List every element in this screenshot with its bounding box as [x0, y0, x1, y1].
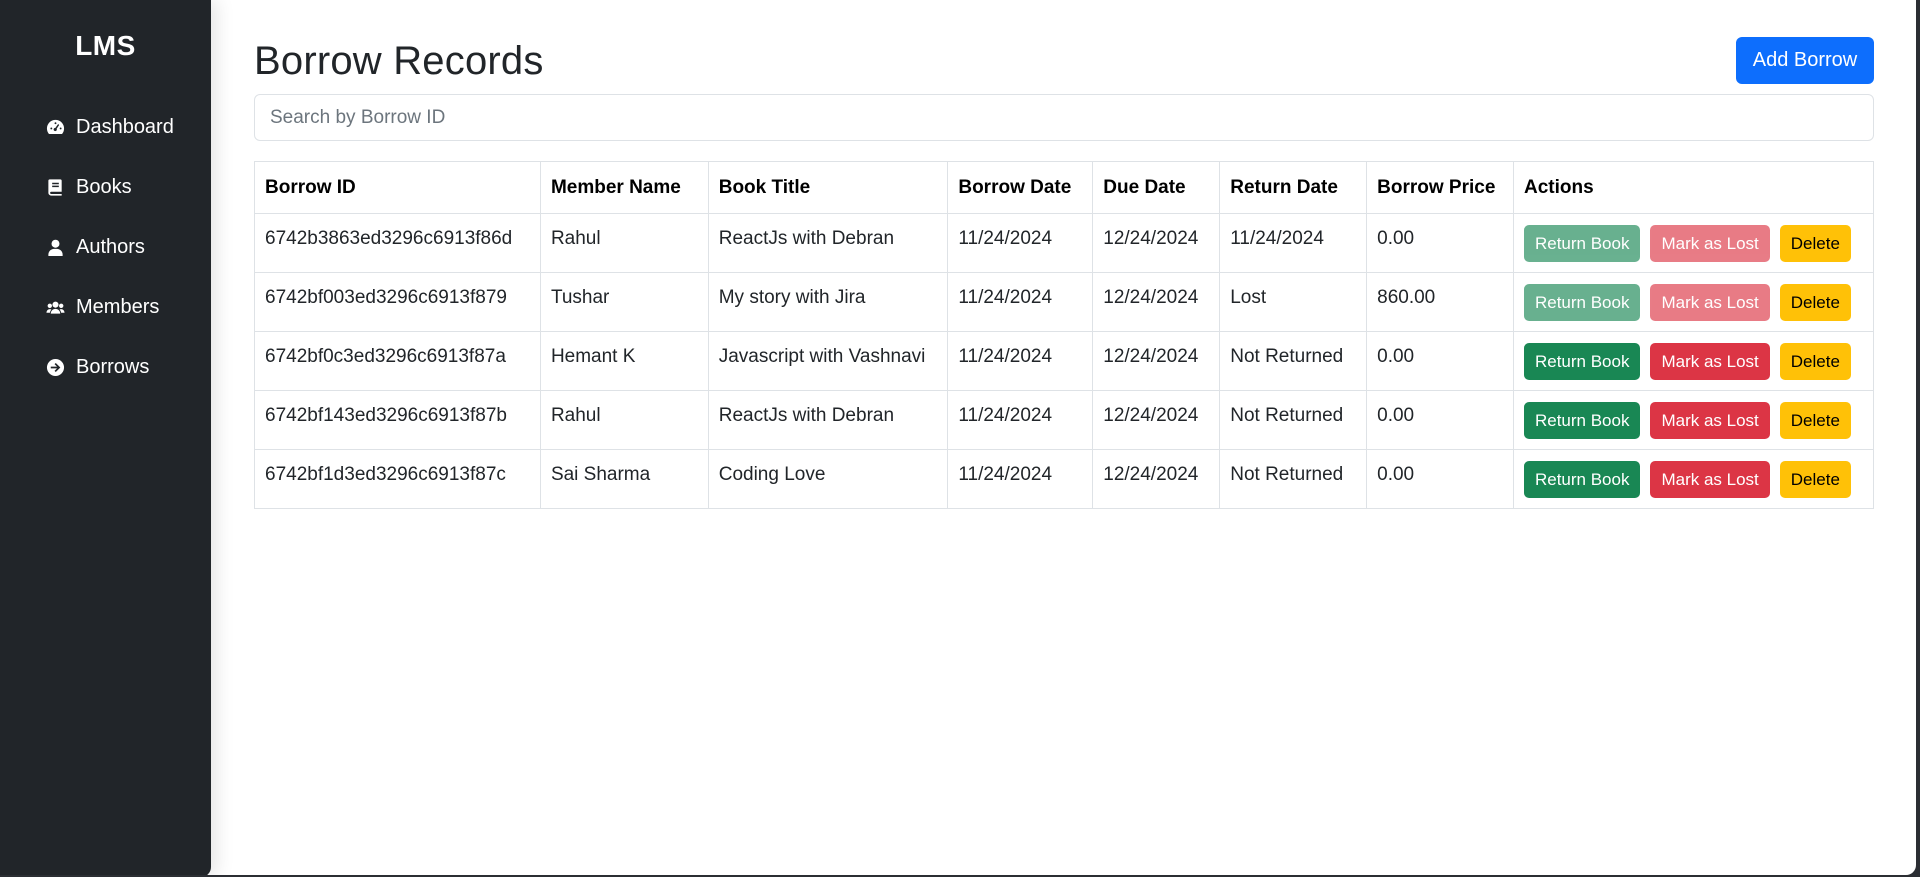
cell-borrow-price: 860.00	[1366, 272, 1514, 332]
cell-due-date: 12/24/2024	[1092, 213, 1221, 273]
column-header-borrow-id: Borrow ID	[254, 161, 541, 214]
sidebar-item-dashboard[interactable]: Dashboard	[44, 112, 174, 142]
cell-borrow-date: 11/24/2024	[947, 272, 1094, 332]
search-input[interactable]	[254, 94, 1874, 141]
mark-as-lost-button[interactable]: Mark as Lost	[1650, 343, 1770, 380]
table-row: 6742bf1d3ed3296c6913f87c Sai Sharma Codi…	[254, 449, 1875, 509]
mark-as-lost-button: Mark as Lost	[1650, 225, 1770, 262]
cell-member-name: Sai Sharma	[539, 449, 709, 509]
brand-logo: LMS	[75, 30, 136, 61]
book-icon	[44, 176, 66, 198]
cell-actions: Return Book Mark as Lost Delete	[1512, 449, 1875, 509]
cell-borrow-date: 11/24/2024	[947, 213, 1094, 273]
cell-actions: Return Book Mark as Lost Delete	[1512, 272, 1875, 332]
cell-due-date: 12/24/2024	[1092, 390, 1221, 450]
cell-member-name: Rahul	[539, 213, 709, 273]
cell-borrow-price: 0.00	[1366, 331, 1514, 391]
sidebar-item-label: Books	[76, 175, 132, 198]
cell-book-title: ReactJs with Debran	[707, 390, 949, 450]
cell-borrow-price: 0.00	[1366, 390, 1514, 450]
cell-borrow-price: 0.00	[1366, 449, 1514, 509]
column-header-actions: Actions	[1512, 161, 1875, 214]
return-book-button[interactable]: Return Book	[1523, 343, 1641, 380]
cell-return-date: Not Returned	[1219, 390, 1368, 450]
cell-borrow-id: 6742bf1d3ed3296c6913f87c	[254, 449, 541, 509]
table-header-row: Borrow ID Member Name Book Title Borrow …	[254, 161, 1875, 214]
delete-button[interactable]: Delete	[1779, 402, 1851, 439]
mark-as-lost-button[interactable]: Mark as Lost	[1650, 402, 1770, 439]
cell-borrow-id: 6742bf143ed3296c6913f87b	[254, 390, 541, 450]
cell-book-title: ReactJs with Debran	[707, 213, 949, 273]
page-title: Borrow Records	[254, 39, 544, 83]
cell-return-date: Not Returned	[1219, 331, 1368, 391]
table-row: 6742bf143ed3296c6913f87b Rahul ReactJs w…	[254, 390, 1875, 450]
cell-member-name: Tushar	[539, 272, 709, 332]
return-book-button[interactable]: Return Book	[1523, 402, 1641, 439]
dashboard-icon	[44, 116, 66, 138]
table-row: 6742bf003ed3296c6913f879 Tushar My story…	[254, 272, 1875, 332]
mark-as-lost-button[interactable]: Mark as Lost	[1650, 461, 1770, 498]
cell-actions: Return Book Mark as Lost Delete	[1512, 213, 1875, 273]
column-header-borrow-date: Borrow Date	[947, 161, 1094, 214]
delete-button[interactable]: Delete	[1779, 225, 1851, 262]
return-book-button: Return Book	[1523, 284, 1641, 321]
cell-actions: Return Book Mark as Lost Delete	[1512, 390, 1875, 450]
column-header-book-title: Book Title	[707, 161, 949, 214]
cell-return-date: 11/24/2024	[1219, 213, 1368, 273]
cell-due-date: 12/24/2024	[1092, 331, 1221, 391]
delete-button[interactable]: Delete	[1779, 343, 1851, 380]
user-icon	[44, 236, 66, 258]
cell-borrow-date: 11/24/2024	[947, 331, 1094, 391]
column-header-member-name: Member Name	[539, 161, 709, 214]
sidebar: LMS Dashboard Books Authors Members Borr…	[0, 0, 211, 875]
column-header-borrow-price: Borrow Price	[1366, 161, 1514, 214]
add-borrow-button[interactable]: Add Borrow	[1736, 37, 1874, 84]
table-row: 6742bf0c3ed3296c6913f87a Hemant K Javasc…	[254, 331, 1875, 391]
cell-book-title: My story with Jira	[707, 272, 949, 332]
users-icon	[44, 296, 66, 318]
cell-borrow-id: 6742b3863ed3296c6913f86d	[254, 213, 541, 273]
cell-member-name: Hemant K	[539, 331, 709, 391]
sidebar-item-label: Borrows	[76, 355, 150, 378]
cell-borrow-date: 11/24/2024	[947, 449, 1094, 509]
cell-return-date: Lost	[1219, 272, 1368, 332]
sidebar-item-label: Dashboard	[76, 115, 174, 138]
return-book-button: Return Book	[1523, 225, 1641, 262]
column-header-due-date: Due Date	[1092, 161, 1221, 214]
app-window: LMS Dashboard Books Authors Members Borr…	[0, 0, 1916, 875]
cell-book-title: Coding Love	[707, 449, 949, 509]
sidebar-item-members[interactable]: Members	[44, 292, 159, 322]
return-book-button[interactable]: Return Book	[1523, 461, 1641, 498]
cell-borrow-date: 11/24/2024	[947, 390, 1094, 450]
cell-borrow-price: 0.00	[1366, 213, 1514, 273]
arrow-circle-right-icon	[44, 356, 66, 378]
borrow-table: Borrow ID Member Name Book Title Borrow …	[254, 161, 1875, 509]
cell-member-name: Rahul	[539, 390, 709, 450]
cell-borrow-id: 6742bf0c3ed3296c6913f87a	[254, 331, 541, 391]
cell-return-date: Not Returned	[1219, 449, 1368, 509]
sidebar-item-label: Authors	[76, 235, 145, 258]
cell-actions: Return Book Mark as Lost Delete	[1512, 331, 1875, 391]
column-header-return-date: Return Date	[1219, 161, 1368, 214]
sidebar-item-authors[interactable]: Authors	[44, 232, 145, 262]
cell-book-title: Javascript with Vashnavi	[707, 331, 949, 391]
table-row: 6742b3863ed3296c6913f86d Rahul ReactJs w…	[254, 213, 1875, 273]
mark-as-lost-button: Mark as Lost	[1650, 284, 1770, 321]
sidebar-item-label: Members	[76, 295, 160, 318]
delete-button[interactable]: Delete	[1779, 284, 1851, 321]
cell-due-date: 12/24/2024	[1092, 272, 1221, 332]
sidebar-item-borrows[interactable]: Borrows	[44, 352, 149, 382]
cell-due-date: 12/24/2024	[1092, 449, 1221, 509]
delete-button[interactable]: Delete	[1779, 461, 1851, 498]
sidebar-item-books[interactable]: Books	[44, 172, 132, 202]
cell-borrow-id: 6742bf003ed3296c6913f879	[254, 272, 541, 332]
